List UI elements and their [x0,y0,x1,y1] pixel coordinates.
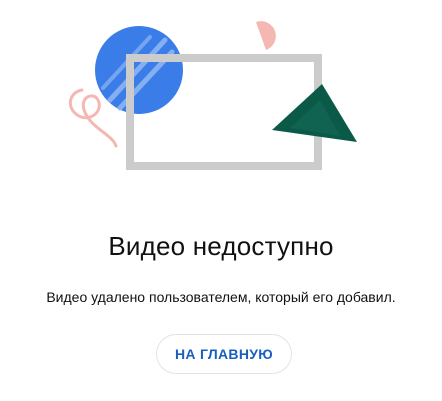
video-unavailable-page: Видео недоступно Видео удалено пользоват… [0,0,442,401]
unavailable-video-illustration [68,21,357,170]
home-button[interactable]: НА ГЛАВНУЮ [156,334,292,374]
error-description: Видео удалено пользователем, который его… [46,289,396,305]
home-button-label: НА ГЛАВНУЮ [175,346,273,362]
pink-half-circle-shape [256,21,276,50]
page-title: Видео недоступно [108,231,334,261]
